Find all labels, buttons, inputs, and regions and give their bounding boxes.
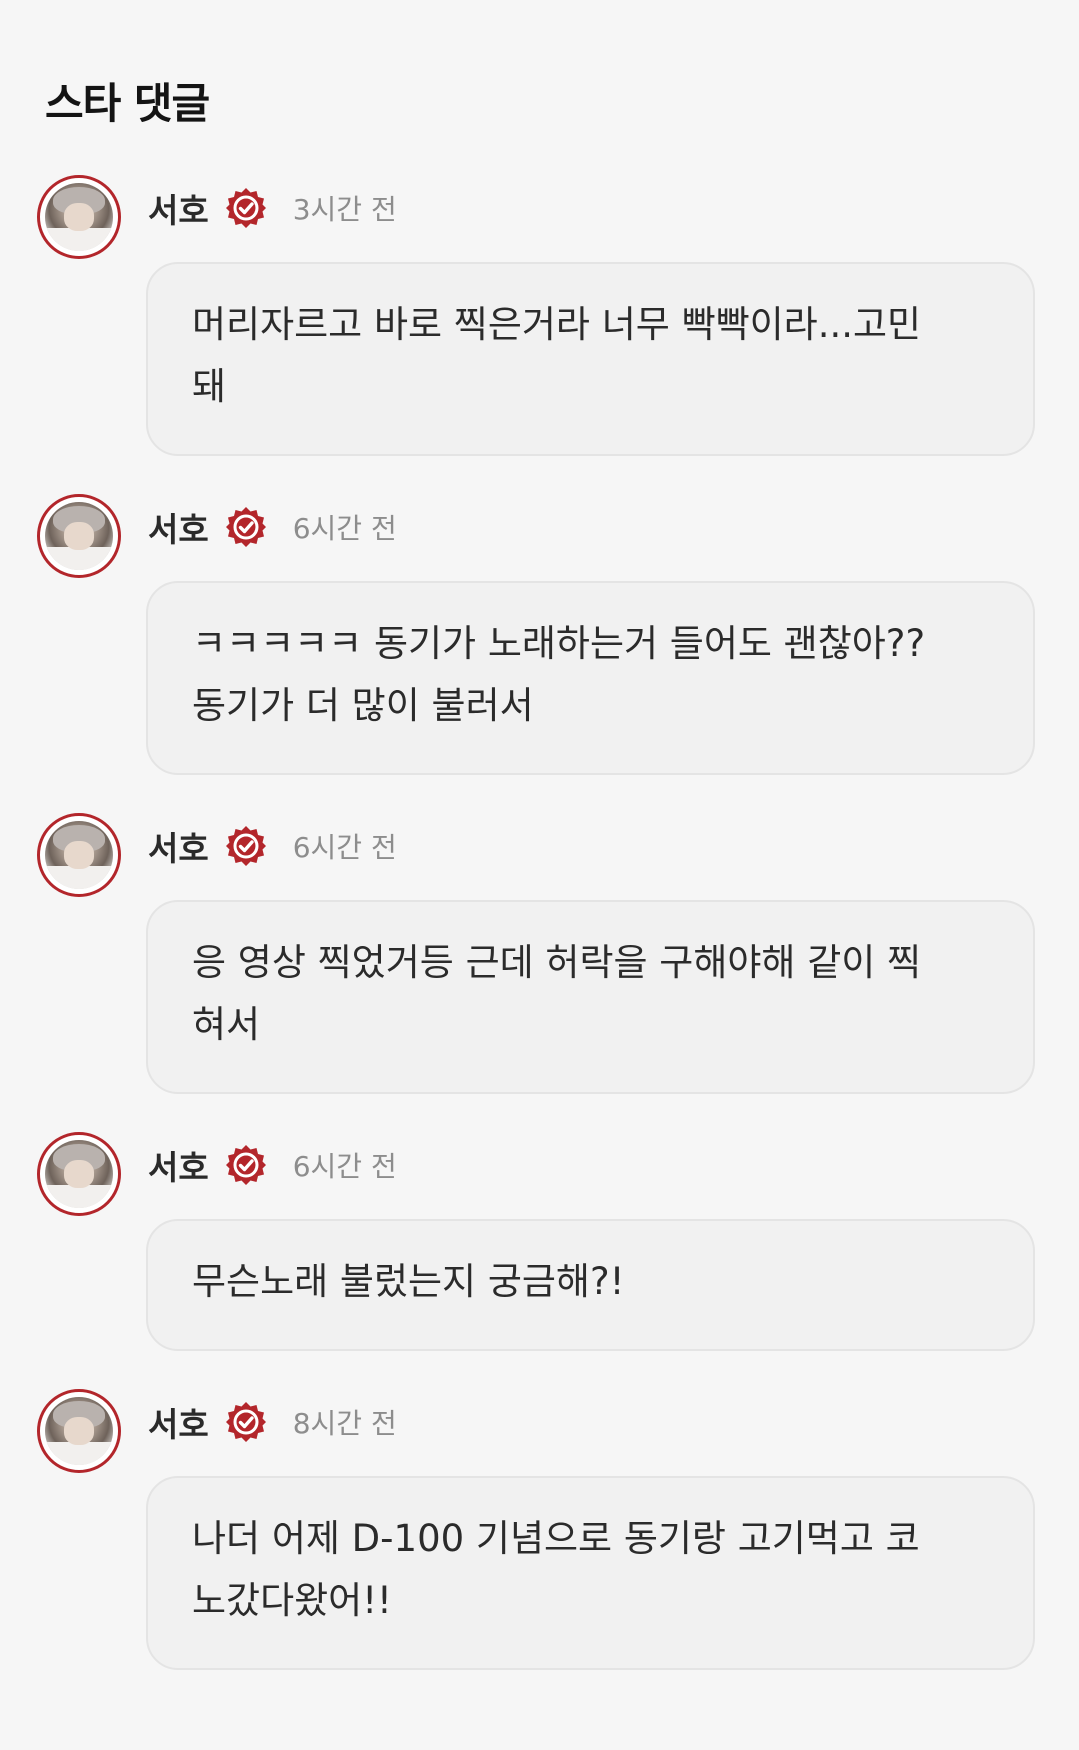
avatar[interactable]: [37, 1389, 121, 1473]
comment-time: 6시간 전: [292, 1150, 397, 1183]
author-name[interactable]: 서호: [148, 822, 209, 870]
comment-bubble: ㅋㅋㅋㅋㅋ 동기가 노래하는거 들어도 괜찮아?? 동기가 더 많이 불러서: [146, 581, 1035, 775]
verified-badge-icon: [225, 1402, 266, 1442]
comment-header: 서호 3시간 전: [148, 183, 397, 233]
comment-bubble: 응 영상 찍었거등 근데 허락을 구해야해 같이 찍 혀서: [146, 900, 1035, 1094]
comment-bubble: 나더 어제 D-100 기념으로 동기랑 고기먹고 코 노갔다왔어!!: [146, 1476, 1035, 1670]
comment-header: 서호 8시간 전: [148, 1397, 397, 1447]
comment-time: 6시간 전: [292, 831, 397, 864]
comment-header: 서호 6시간 전: [148, 821, 397, 871]
avatar[interactable]: [37, 813, 121, 897]
author-name[interactable]: 서호: [148, 1398, 209, 1446]
avatar[interactable]: [37, 175, 121, 259]
section-title: 스타 댓글: [45, 79, 210, 128]
comment-time: 8시간 전: [292, 1407, 397, 1440]
verified-badge-icon: [225, 188, 266, 228]
author-name[interactable]: 서호: [148, 184, 209, 232]
verified-badge-icon: [225, 1145, 266, 1185]
comment-time: 6시간 전: [292, 512, 397, 545]
author-name[interactable]: 서호: [148, 503, 209, 551]
comment-bubble: 머리자르고 바로 찍은거라 너무 빡빡이라...고민 돼: [146, 262, 1035, 456]
verified-badge-icon: [225, 826, 266, 866]
comment-header: 서호 6시간 전: [148, 502, 397, 552]
verified-badge-icon: [225, 507, 266, 547]
comment-bubble: 무슨노래 불렀는지 궁금해?!: [146, 1219, 1035, 1351]
avatar[interactable]: [37, 1132, 121, 1216]
star-comments-page: 스타 댓글 서호 3시간 전 머리자르고 바로 찍은거라 너무 빡빡이라...고…: [0, 0, 1079, 1750]
comment-time: 3시간 전: [292, 193, 397, 226]
comment-header: 서호 6시간 전: [148, 1140, 397, 1190]
avatar[interactable]: [37, 494, 121, 578]
author-name[interactable]: 서호: [148, 1141, 209, 1189]
